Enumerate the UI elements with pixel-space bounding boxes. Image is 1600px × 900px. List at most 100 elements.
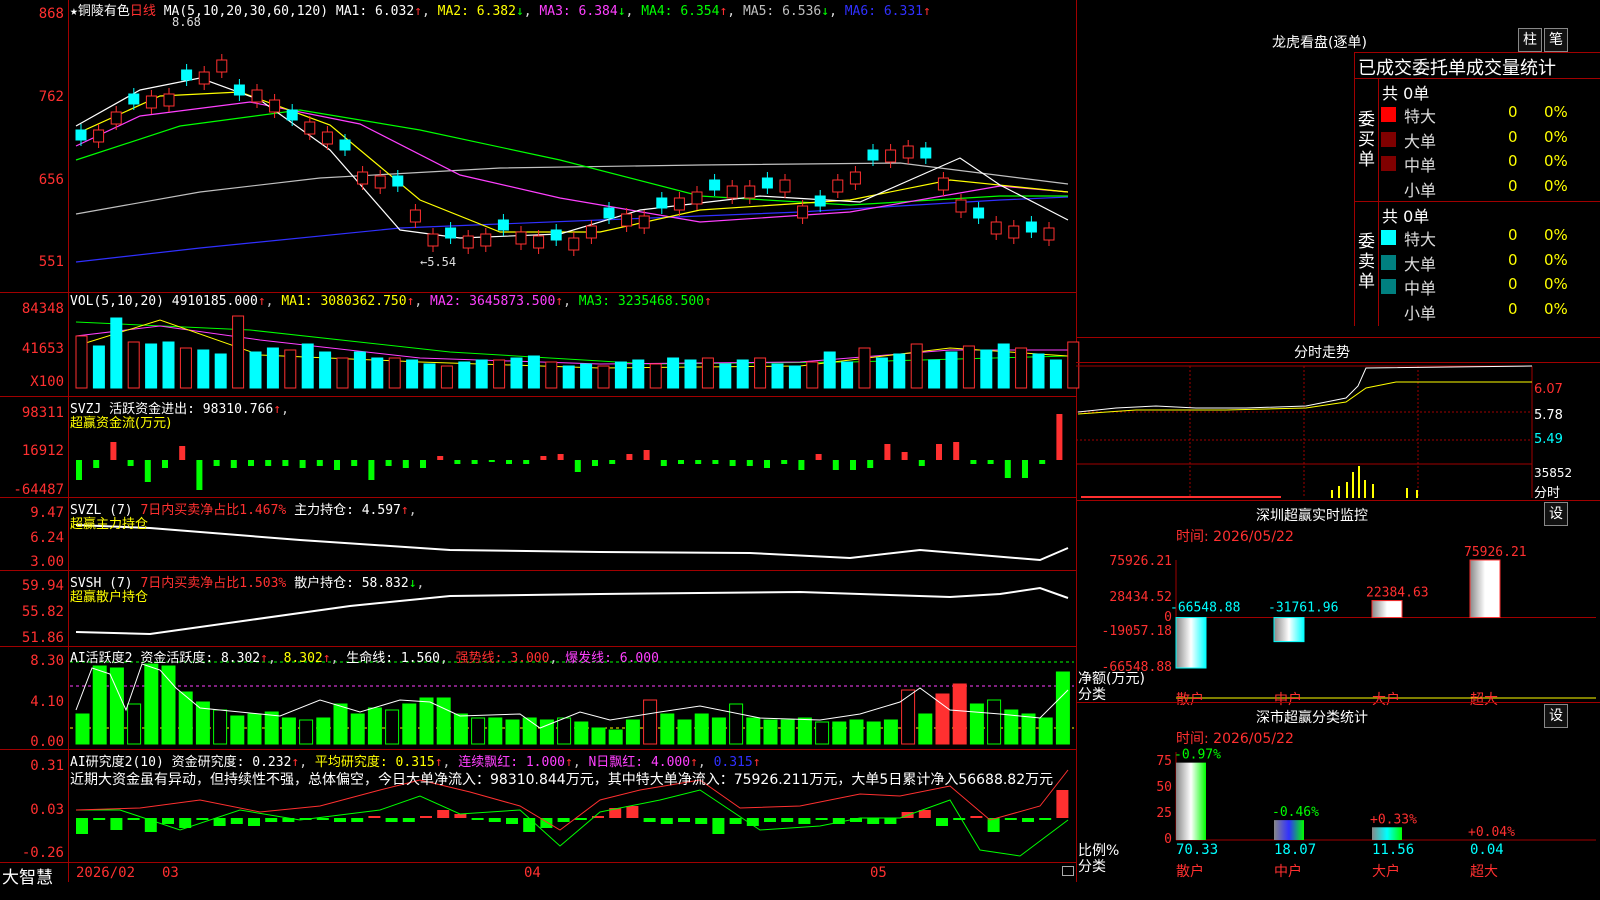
ai-activity-bar — [453, 713, 468, 745]
ai-activity-bar — [402, 703, 417, 745]
ai-research-header: AI研究度2(10) 资金研究度: 0.232↑, 平均研究度: 0.315↑,… — [70, 755, 761, 770]
buy-total: 共 0单 — [1382, 84, 1430, 103]
intraday-tick: 5.78 — [1534, 408, 1563, 423]
candle-body — [1043, 227, 1055, 241]
ai-activity-bars — [75, 663, 1070, 745]
ai-tick: 8.30 — [30, 653, 64, 669]
ai-activity-bar — [591, 727, 606, 745]
candle-body — [145, 95, 157, 109]
tick-mode-button[interactable]: 笔 — [1544, 28, 1568, 52]
research-bar — [454, 814, 467, 818]
candle-body — [585, 225, 597, 239]
date-label: 2026/02 — [76, 865, 136, 881]
research-bar — [488, 818, 501, 822]
svsh-hold: 散户持仓: 58.832 — [294, 576, 409, 591]
candle-body — [973, 207, 985, 219]
candle-body — [814, 195, 826, 207]
order-type-label: 特大 — [1404, 230, 1437, 249]
ma4-line — [75, 109, 1068, 206]
research-bar — [334, 818, 346, 822]
svzj-bar — [127, 460, 134, 466]
sell-section-label: 委卖单 — [1358, 232, 1375, 292]
candle-body — [709, 179, 721, 191]
ai-tick: 4.10 — [30, 694, 64, 710]
sz-settings-button[interactable]: 设 — [1544, 502, 1568, 526]
svzj-bar — [1056, 414, 1063, 460]
research-bar — [523, 818, 536, 832]
research-bar — [506, 818, 518, 824]
ai-life: 生命线: 1.560 — [346, 651, 441, 666]
bar-mode-button[interactable]: 柱 — [1518, 28, 1542, 52]
research-tick: -0.26 — [21, 845, 64, 861]
candle-body — [251, 89, 263, 103]
research-bar — [678, 818, 690, 822]
date-label: 05 — [870, 865, 887, 881]
research-bar — [1056, 790, 1069, 818]
svzj-bar — [936, 444, 942, 460]
stat-time: 时间: 2026/05/22 — [1176, 731, 1294, 747]
research-bar — [970, 816, 983, 818]
svzj-bar — [781, 460, 788, 464]
order-count: 0 — [1508, 152, 1518, 170]
lock-icon[interactable] — [1062, 866, 1074, 876]
order-type-label: 大单 — [1404, 131, 1437, 151]
research-nday: N日飘红: 4.000 — [588, 755, 691, 770]
vol-unit: X100 — [30, 374, 64, 390]
sz-tick: -19057.18 — [1101, 624, 1172, 639]
svzj-bar — [196, 460, 203, 490]
svzj-tick: 16912 — [21, 443, 64, 459]
stat-bar-chart: -0.97% 70.33 散户 -0.46% 18.07 中户 +0.33% 11.56 大户 +… — [1174, 748, 1596, 880]
stat-settings-button[interactable]: 设 — [1544, 704, 1568, 728]
svzj-tick: 98311 — [21, 405, 64, 421]
volume-bar — [667, 357, 680, 389]
research-bar — [660, 818, 673, 824]
research-bar — [695, 818, 708, 824]
svzl-tick: 9.47 — [30, 505, 64, 521]
svzj-bar — [901, 452, 908, 460]
candle-body — [990, 221, 1002, 235]
order-color-swatch — [1381, 180, 1396, 196]
ma1-line — [75, 77, 1069, 239]
svzj-bar — [1004, 460, 1011, 478]
volume-bar — [719, 363, 732, 389]
candle-body — [550, 229, 562, 241]
svzj-bar — [265, 460, 272, 466]
research-bar — [712, 818, 725, 834]
candle-body — [163, 93, 175, 107]
ai-active-v2: 8.302 — [283, 651, 323, 666]
stat-change-label: +0.04% — [1468, 825, 1515, 840]
svzj-bar — [678, 460, 684, 464]
research-bar — [420, 816, 432, 818]
candle-body — [304, 121, 316, 135]
candle-body — [867, 149, 879, 161]
volume-bar — [319, 351, 332, 389]
candle-body — [286, 109, 298, 121]
volume-bar — [214, 353, 227, 389]
intraday-vol-tick: 35852 — [1534, 466, 1573, 480]
svzj-bar — [402, 460, 409, 468]
research-bar — [781, 818, 794, 822]
svzl-ratio: 7日内买卖净占比1.467% — [140, 503, 287, 518]
vol-tick: 41653 — [21, 341, 64, 357]
research-bar — [557, 818, 570, 822]
stat-bar — [1176, 762, 1206, 840]
research-bar — [402, 818, 415, 822]
order-color-swatch — [1381, 156, 1396, 171]
svzj-bar — [918, 460, 925, 466]
sz-bar-label: -31761.96 — [1268, 601, 1338, 616]
order-percent: 0% — [1544, 176, 1568, 195]
ai-activity-bar — [213, 709, 228, 745]
svzj-bar — [953, 442, 960, 460]
volume-bar — [458, 361, 471, 389]
ai-activity-bar — [144, 663, 159, 745]
stat-category-label: 超大 — [1470, 864, 1498, 880]
stat-tick: 0 — [1164, 832, 1172, 847]
research-bar — [385, 818, 398, 822]
svzj-bar — [884, 444, 891, 460]
ai-comment: 近期大资金虽有异动，但持续性不强，总体偏空，今日大单净流入：98310.844万… — [70, 772, 1054, 788]
candle-body — [638, 215, 650, 229]
svzj-bar — [815, 454, 822, 460]
volume-bar — [527, 355, 540, 389]
candle-body — [269, 99, 281, 113]
volume-bar — [788, 365, 801, 389]
